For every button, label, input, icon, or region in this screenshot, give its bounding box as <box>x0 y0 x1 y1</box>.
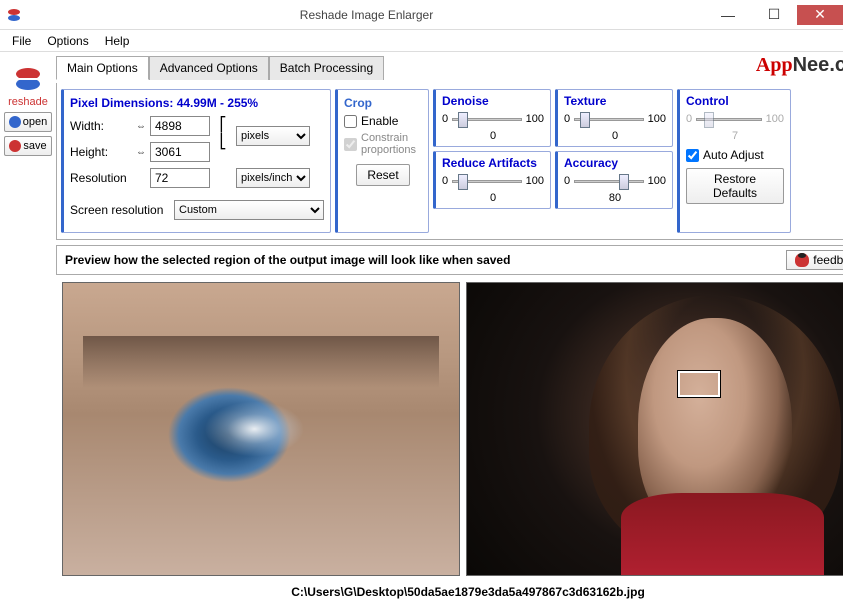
maximize-button[interactable]: ☐ <box>751 5 797 25</box>
feedback-button[interactable]: feedback <box>786 250 843 270</box>
preview-output-panel <box>62 282 460 576</box>
control-slider <box>696 110 762 128</box>
auto-adjust-checkbox[interactable] <box>686 149 699 162</box>
tab-batch-processing[interactable]: Batch Processing <box>269 56 384 80</box>
logo-text: reshade <box>4 96 52 108</box>
unit-select-res[interactable]: pixels/inch <box>236 168 310 188</box>
texture-slider[interactable] <box>574 110 644 128</box>
control-group: Control 0 100 7 Auto Adjust Restore Defa… <box>677 89 791 233</box>
denoise-slider[interactable] <box>452 110 522 128</box>
reduce-value: 0 <box>442 192 544 204</box>
reduce-title: Reduce Artifacts <box>442 156 544 170</box>
tab-advanced-options[interactable]: Advanced Options <box>149 56 269 80</box>
minimize-button[interactable]: — <box>705 5 751 25</box>
screen-resolution-select[interactable]: Custom <box>174 200 324 220</box>
accuracy-slider[interactable] <box>574 172 644 190</box>
status-path: C:\Users\G\Desktop\50da5ae1879e3da5a4978… <box>56 582 843 602</box>
logo: reshade <box>4 64 52 108</box>
menu-file[interactable]: File <box>4 32 39 50</box>
app-icon <box>6 7 22 23</box>
reduce-artifacts-group: Reduce Artifacts 0 100 0 <box>433 151 551 209</box>
tab-main-options[interactable]: Main Options <box>56 56 149 80</box>
crop-group: Crop Enable Constrain proportions Reset <box>335 89 429 233</box>
width-input[interactable] <box>150 116 210 136</box>
crop-title: Crop <box>344 96 422 110</box>
watermark: AppNee.com <box>756 54 843 77</box>
reduce-slider[interactable] <box>452 172 522 190</box>
unit-select-dims[interactable]: pixels <box>236 126 310 146</box>
crop-enable-checkbox[interactable]: Enable <box>344 114 422 128</box>
reset-button[interactable]: Reset <box>356 164 409 186</box>
accuracy-title: Accuracy <box>564 156 666 170</box>
save-icon <box>9 140 21 152</box>
denoise-value: 0 <box>442 130 544 142</box>
preview-image <box>63 283 459 575</box>
texture-value: 0 <box>564 130 666 142</box>
control-value: 7 <box>686 130 784 142</box>
pixel-dimensions-group: Pixel Dimensions: 44.99M - 255% Width: ⇔… <box>61 89 331 233</box>
texture-group: Texture 0 100 0 <box>555 89 673 147</box>
resolution-input[interactable] <box>150 168 210 188</box>
denoise-group: Denoise 0 100 0 <box>433 89 551 147</box>
window-title: Reshade Image Enlarger <box>28 8 705 22</box>
selection-box[interactable] <box>678 371 720 397</box>
menu-help[interactable]: Help <box>97 32 138 50</box>
resolution-label: Resolution <box>70 171 132 185</box>
link-dimensions-icon[interactable]: ⎡⎣ <box>214 116 232 150</box>
open-button[interactable]: open <box>4 112 52 132</box>
source-image-panel[interactable] <box>466 282 843 576</box>
preview-label: Preview how the selected region of the o… <box>65 253 786 267</box>
screen-resolution-label: Screen resolution <box>70 203 170 217</box>
pixel-dimensions-header: Pixel Dimensions: 44.99M - 255% <box>70 96 324 110</box>
close-button[interactable]: ✕ <box>797 5 843 25</box>
bug-icon <box>795 253 809 267</box>
menu-options[interactable]: Options <box>39 32 96 50</box>
accuracy-value: 80 <box>564 192 666 204</box>
restore-defaults-button[interactable]: Restore Defaults <box>686 168 784 204</box>
link-arrow-icon: ⇔ <box>136 147 146 158</box>
height-label: Height: <box>70 145 132 159</box>
open-icon <box>9 116 21 128</box>
constrain-checkbox: Constrain proportions <box>344 132 422 156</box>
link-arrow-icon: ⇔ <box>136 121 146 132</box>
save-button[interactable]: save <box>4 136 52 156</box>
accuracy-group: Accuracy 0 100 80 <box>555 151 673 209</box>
height-input[interactable] <box>150 142 210 162</box>
width-label: Width: <box>70 119 132 133</box>
control-title: Control <box>686 94 784 108</box>
texture-title: Texture <box>564 94 666 108</box>
denoise-title: Denoise <box>442 94 544 108</box>
